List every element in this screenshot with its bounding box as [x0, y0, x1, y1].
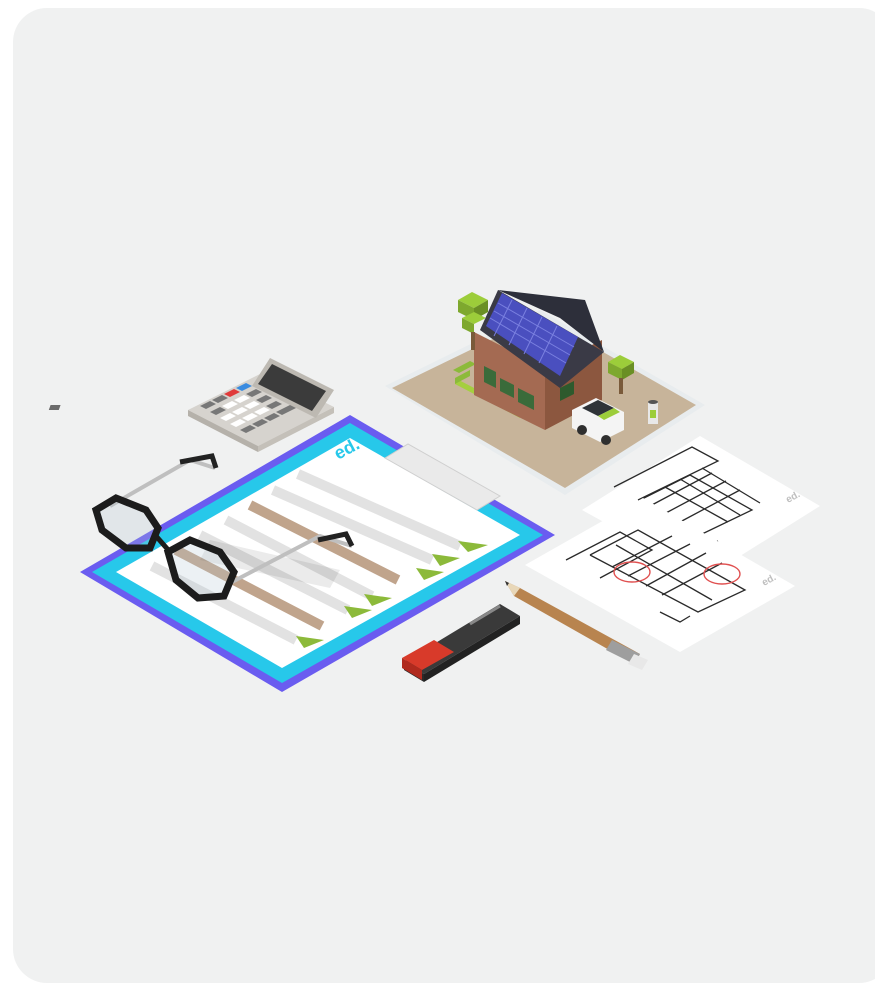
calculator: [48, 358, 334, 452]
clipboard: ed.: [80, 415, 555, 692]
marker: [402, 604, 520, 682]
illustration: ed. ed. ed.: [48, 290, 820, 692]
charger: [648, 400, 658, 424]
